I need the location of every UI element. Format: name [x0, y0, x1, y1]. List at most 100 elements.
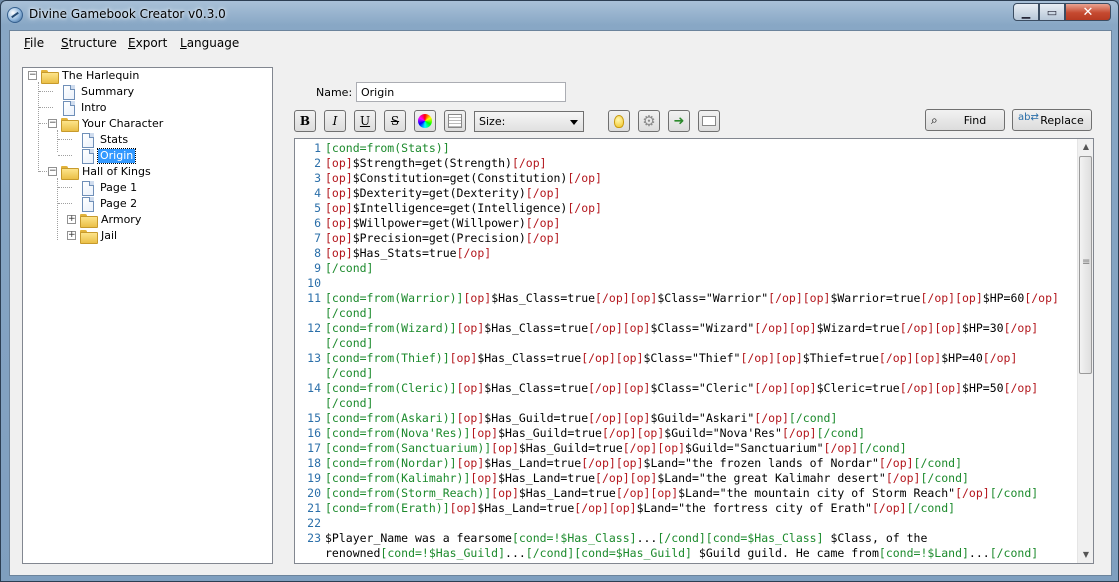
menu-export-label: xport — [135, 36, 168, 50]
document-icon — [82, 180, 94, 196]
strikethrough-button[interactable]: S — [384, 110, 406, 132]
line-number: 4 — [314, 186, 321, 200]
vertical-scrollbar[interactable]: ▲ ▼ — [1077, 139, 1093, 563]
collapse-toggle[interactable]: − — [28, 71, 37, 80]
op-token: [/op][op] — [615, 486, 679, 500]
code-line: [cond=from(Cleric)][op]$Has_Class=true[/… — [325, 381, 1038, 396]
op-token: [/op] — [871, 501, 907, 515]
op-token: [/op] — [823, 441, 859, 455]
line-number: 18 — [307, 456, 321, 470]
line-number: 9 — [314, 261, 321, 275]
text-token: $Precision=get(Precision) — [352, 231, 526, 245]
font-size-select-value: Size: — [479, 115, 506, 128]
bold-icon: B — [299, 114, 311, 128]
close-icon: ✕ — [1082, 4, 1094, 20]
op-token: [op] — [456, 381, 485, 395]
hint-button[interactable] — [608, 110, 630, 132]
menu-export[interactable]: Export — [128, 36, 167, 50]
close-button[interactable]: ✕ — [1065, 3, 1111, 21]
underline-button[interactable]: U — [354, 110, 376, 132]
op-token: [op] — [456, 456, 485, 470]
op-token: [op] — [325, 186, 353, 200]
replace-button[interactable]: ab⇄ Replace — [1012, 109, 1092, 131]
tree-node-hall-of-kings[interactable]: Hall of Kings — [61, 164, 153, 180]
op-token: [/op][op] — [588, 411, 651, 425]
scrollbar-thumb[interactable] — [1079, 156, 1092, 374]
settings-button[interactable]: ⚙ — [638, 110, 660, 132]
code-editor[interactable]: 1 2 3 4 5 6 7 8 9 10 11 12 13 14 15 16 17 18 19 20 21 22 23 [c… — [294, 138, 1094, 564]
menu-language-mnemonic: L — [180, 36, 187, 50]
cond-token: [/cond] — [989, 546, 1039, 560]
tree-node-intro[interactable]: Intro — [63, 100, 109, 116]
expand-toggle[interactable]: + — [67, 231, 76, 240]
folder-open-icon — [61, 118, 79, 132]
cond-token: [cond=!$Has_Class] — [511, 531, 637, 545]
line-number: 14 — [307, 381, 321, 395]
minimize-button[interactable]: ▁ — [1013, 3, 1039, 21]
op-token: [/op][op] — [595, 291, 658, 305]
op-token: [/op] — [1024, 291, 1059, 305]
blank-button[interactable] — [698, 110, 720, 132]
op-token: [/op][op] — [574, 501, 637, 515]
font-size-select[interactable]: Size: — [474, 111, 584, 132]
tree-node-stats[interactable]: Stats — [82, 132, 130, 148]
expand-toggle[interactable]: + — [67, 215, 76, 224]
menu-file[interactable]: File — [24, 36, 44, 50]
bold-button[interactable]: B — [294, 110, 316, 132]
line-number: 19 — [307, 471, 321, 485]
text-token: $Guild="Nova'Res" — [664, 426, 782, 440]
code-area[interactable]: [cond=from(Stats)] [op]$Strength=get(Stre… — [325, 139, 1077, 563]
text-token: $HP=30 — [962, 321, 1004, 335]
line-number: 15 — [307, 411, 321, 425]
cond-token: [/cond] — [906, 501, 956, 515]
op-token: [op] — [456, 411, 485, 425]
cond-token: [cond=from(Stats)] — [325, 141, 450, 155]
code-line: [cond=from(Storm_Reach)][op]$Has_Land=tr… — [325, 486, 1038, 501]
italic-icon: I — [332, 114, 338, 128]
tree-node-origin[interactable]: Origin — [82, 148, 137, 164]
insert-button[interactable]: ➜ — [668, 110, 690, 132]
op-token: [/op] — [885, 471, 921, 485]
tree-node-page-1[interactable]: Page 1 — [82, 180, 139, 196]
cond-token: [cond=from(Nova'Res)] — [325, 426, 471, 440]
cond-token: [cond=from(Thief)] — [325, 351, 450, 365]
name-input[interactable] — [356, 82, 566, 102]
find-button-label: Find — [963, 113, 987, 127]
text-token: $Class="Warrior" — [657, 291, 769, 305]
cond-token: [cond=!$Land] — [878, 546, 969, 560]
tree-node-armory[interactable]: Armory — [80, 212, 143, 228]
find-button[interactable]: ⌕ Find — [925, 109, 1005, 131]
tree-node-the-harlequin[interactable]: The Harlequin — [41, 68, 141, 84]
op-token: [op] — [456, 321, 485, 335]
collapse-toggle[interactable]: − — [48, 119, 57, 128]
tree-node-jail[interactable]: Jail — [80, 228, 119, 244]
italic-button[interactable]: I — [324, 110, 346, 132]
op-token: [op] — [449, 501, 478, 515]
scroll-down-arrow-icon[interactable]: ▼ — [1078, 547, 1093, 563]
structure-tree[interactable]: − − − + + The Harlequin Summary Intro Yo… — [22, 67, 273, 564]
op-token: [/op][op] — [754, 321, 817, 335]
color-wheel-icon — [418, 114, 432, 128]
tree-connector — [58, 139, 72, 140]
scroll-up-arrow-icon[interactable]: ▲ — [1078, 139, 1093, 155]
text-token: $Guild="Sanctuarium" — [685, 441, 824, 455]
tree-node-page-2[interactable]: Page 2 — [82, 196, 139, 212]
collapse-toggle[interactable]: − — [48, 167, 57, 176]
color-button[interactable] — [414, 110, 436, 132]
menu-language[interactable]: Language — [180, 36, 239, 50]
line-number: 2 — [314, 156, 321, 170]
chevron-down-icon — [570, 120, 578, 125]
tree-node-your-character[interactable]: Your Character — [61, 116, 165, 132]
maximize-button[interactable]: ▭ — [1039, 3, 1065, 21]
paragraph-button[interactable] — [444, 110, 466, 132]
client-area: File Structure Export Language − − − + + — [9, 30, 1112, 576]
menu-structure[interactable]: Structure — [61, 36, 117, 50]
text-token: $Wizard=true — [816, 321, 900, 335]
cond-token: [/cond] — [788, 411, 838, 425]
text-token: $Has_Land=true — [477, 501, 575, 515]
menu-structure-mnemonic: S — [61, 36, 69, 50]
text-token: $HP=60 — [982, 291, 1025, 305]
op-token: [/op] — [567, 201, 602, 215]
tree-node-summary[interactable]: Summary — [63, 84, 136, 100]
title-bar[interactable]: Divine Gamebook Creator v0.3.0 ▁ ▭ ✕ — [1, 1, 1118, 29]
